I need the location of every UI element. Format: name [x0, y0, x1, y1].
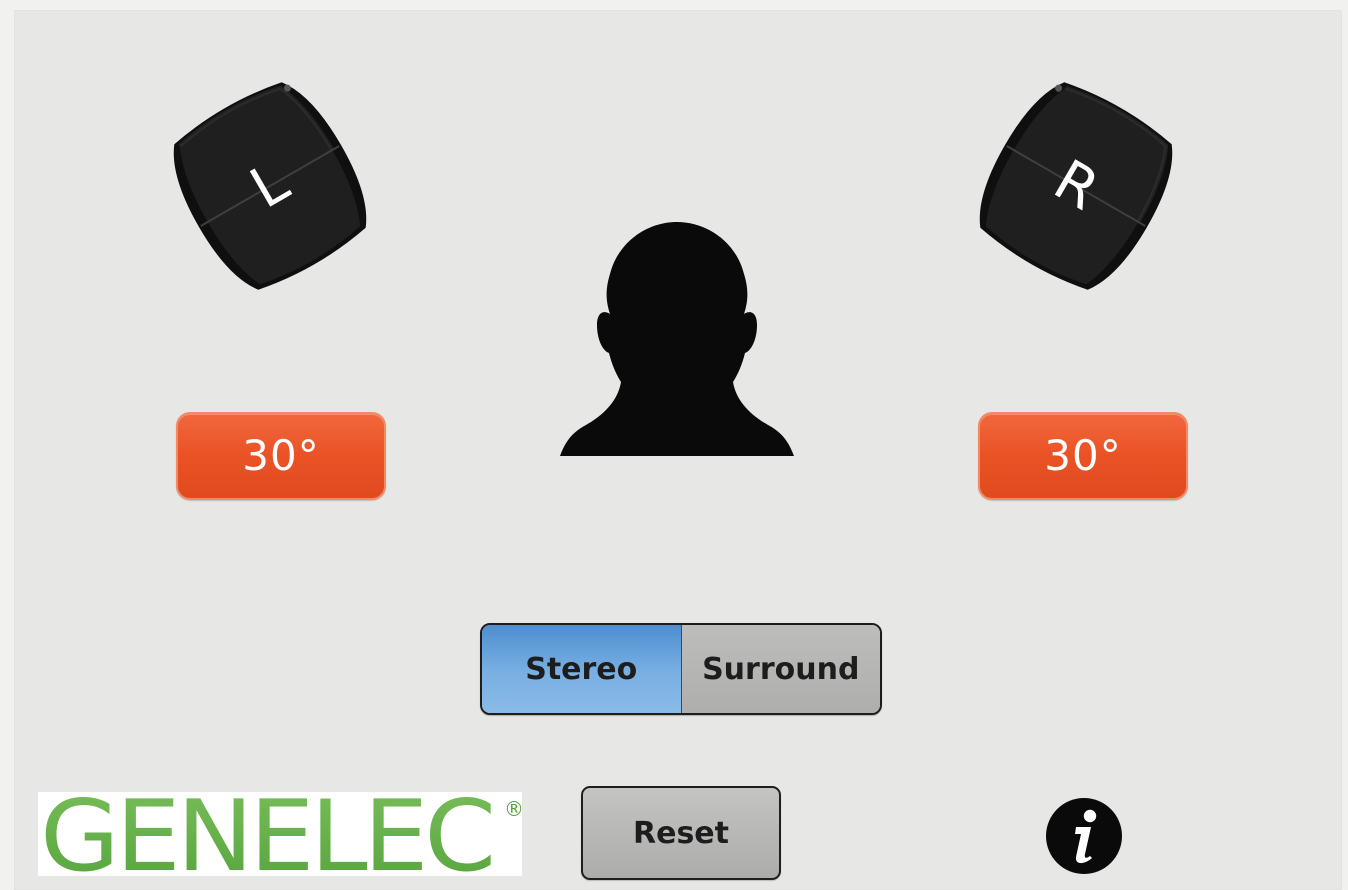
right-speaker-icon: R — [979, 82, 1173, 290]
info-icon — [1046, 798, 1122, 874]
logo-wordmark: GENELEC ® — [38, 792, 522, 876]
listener-head-icon — [560, 222, 794, 456]
left-angle-value: 30° — [242, 431, 320, 480]
left-angle-button[interactable]: 30° — [176, 412, 386, 500]
right-angle-value: 30° — [1044, 431, 1122, 480]
listener-head — [558, 220, 796, 458]
surround-tab[interactable]: Surround — [681, 625, 880, 713]
left-speaker[interactable]: L — [170, 76, 370, 296]
logo-text: GENELEC — [40, 792, 492, 876]
right-speaker[interactable]: R — [976, 76, 1176, 296]
right-angle-button[interactable]: 30° — [978, 412, 1188, 500]
logo-registered-mark: ® — [504, 797, 522, 821]
info-button[interactable] — [1044, 796, 1124, 876]
reset-button[interactable]: Reset — [581, 786, 781, 880]
left-speaker-icon: L — [173, 82, 367, 290]
genelec-logo: GENELEC ® — [38, 792, 522, 876]
mode-switch[interactable]: Stereo Surround — [480, 623, 882, 715]
stereo-tab[interactable]: Stereo — [482, 625, 682, 713]
